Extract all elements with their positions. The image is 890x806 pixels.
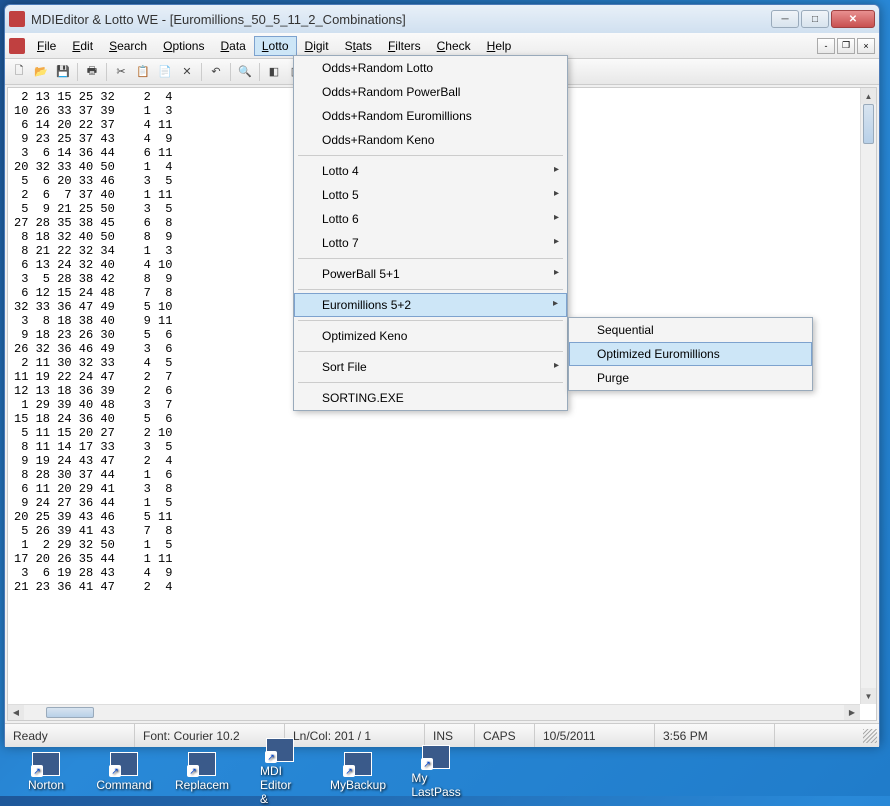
menu-help[interactable]: Help bbox=[479, 36, 520, 56]
menu-digit[interactable]: Digit bbox=[297, 36, 337, 56]
lotto-menu-item-10[interactable]: PowerBall 5+1 bbox=[294, 262, 567, 286]
save-icon[interactable]: 💾 bbox=[53, 62, 73, 82]
euro-submenu-item-1[interactable]: Optimized Euromillions bbox=[569, 342, 812, 366]
menu-lotto[interactable]: Lotto bbox=[254, 36, 297, 56]
taskbar-item-0[interactable]: Norton bbox=[26, 752, 66, 792]
find-icon[interactable]: 🔍 bbox=[235, 62, 255, 82]
maximize-button[interactable]: □ bbox=[801, 10, 829, 28]
menu-options[interactable]: Options bbox=[155, 36, 212, 56]
lotto-menu-item-1[interactable]: Odds+Random PowerBall bbox=[294, 80, 567, 104]
status-date: 10/5/2011 bbox=[535, 724, 655, 747]
scroll-right-icon[interactable]: ▶ bbox=[844, 705, 860, 720]
scroll-up-icon[interactable]: ▲ bbox=[861, 88, 876, 104]
scroll-down-icon[interactable]: ▼ bbox=[861, 688, 876, 704]
menu-edit[interactable]: Edit bbox=[64, 36, 101, 56]
taskbar-item-5[interactable]: My LastPass bbox=[416, 745, 456, 799]
tool1-icon[interactable]: ◧ bbox=[264, 62, 284, 82]
lotto-menu-item-3[interactable]: Odds+Random Keno bbox=[294, 128, 567, 152]
menu-search[interactable]: Search bbox=[101, 36, 155, 56]
menu-check[interactable]: Check bbox=[429, 36, 479, 56]
status-caps: CAPS bbox=[475, 724, 535, 747]
vertical-scrollbar[interactable]: ▲ ▼ bbox=[860, 88, 876, 704]
status-ready: Ready bbox=[5, 724, 135, 747]
mdi-restore[interactable]: ❐ bbox=[837, 38, 855, 54]
menu-data[interactable]: Data bbox=[212, 36, 253, 56]
resize-grip[interactable] bbox=[863, 729, 877, 743]
minimize-button[interactable]: ─ bbox=[771, 10, 799, 28]
lotto-menu-item-0[interactable]: Odds+Random Lotto bbox=[294, 56, 567, 80]
vscroll-thumb[interactable] bbox=[863, 104, 874, 144]
lotto-menu-item-7[interactable]: Lotto 6 bbox=[294, 207, 567, 231]
menu-filters[interactable]: Filters bbox=[380, 36, 429, 56]
lotto-menu-item-18[interactable]: SORTING.EXE bbox=[294, 386, 567, 410]
lotto-menu-item-6[interactable]: Lotto 5 bbox=[294, 183, 567, 207]
titlebar[interactable]: MDIEditor & Lotto WE - [Euromillions_50_… bbox=[5, 5, 879, 33]
euromillions-submenu: SequentialOptimized EuromillionsPurge bbox=[568, 317, 813, 391]
taskbar-item-4[interactable]: MyBackup bbox=[338, 752, 378, 792]
doc-icon bbox=[9, 38, 25, 54]
delete-icon[interactable]: ✕ bbox=[177, 62, 197, 82]
window-title: MDIEditor & Lotto WE - [Euromillions_50_… bbox=[31, 12, 771, 27]
scroll-left-icon[interactable]: ◀ bbox=[8, 705, 24, 720]
lotto-menu-item-5[interactable]: Lotto 4 bbox=[294, 159, 567, 183]
undo-icon[interactable]: ↶ bbox=[206, 62, 226, 82]
status-ins: INS bbox=[425, 724, 475, 747]
paste-icon[interactable]: 📄 bbox=[155, 62, 175, 82]
euro-submenu-item-0[interactable]: Sequential bbox=[569, 318, 812, 342]
cut-icon[interactable]: ✂ bbox=[111, 62, 131, 82]
statusbar: Ready Font: Courier 10.2 Ln/Col: 201 / 1… bbox=[5, 723, 879, 747]
mdi-close[interactable]: × bbox=[857, 38, 875, 54]
lotto-menu-item-14[interactable]: Optimized Keno bbox=[294, 324, 567, 348]
mdi-minimize[interactable]: - bbox=[817, 38, 835, 54]
taskbar-item-2[interactable]: Replacem bbox=[182, 752, 222, 792]
status-time: 3:56 PM bbox=[655, 724, 775, 747]
new-icon[interactable]: 🗋 bbox=[9, 62, 29, 82]
lotto-menu-item-16[interactable]: Sort File bbox=[294, 355, 567, 379]
taskbar-item-1[interactable]: Command bbox=[104, 752, 144, 792]
menu-stats[interactable]: Stats bbox=[337, 36, 380, 56]
print-icon[interactable]: 🖶 bbox=[82, 62, 102, 82]
copy-icon[interactable]: 📋 bbox=[133, 62, 153, 82]
app-icon bbox=[9, 11, 25, 27]
hscroll-thumb[interactable] bbox=[46, 707, 94, 718]
horizontal-scrollbar[interactable]: ◀ ▶ bbox=[8, 704, 860, 720]
lotto-dropdown: Odds+Random LottoOdds+Random PowerBallOd… bbox=[293, 55, 568, 411]
status-lncol: Ln/Col: 201 / 1 bbox=[285, 724, 425, 747]
lotto-menu-item-2[interactable]: Odds+Random Euromillions bbox=[294, 104, 567, 128]
open-icon[interactable]: 📂 bbox=[31, 62, 51, 82]
lotto-menu-item-12[interactable]: Euromillions 5+2 bbox=[294, 293, 567, 317]
euro-submenu-item-2[interactable]: Purge bbox=[569, 366, 812, 390]
close-button[interactable]: ✕ bbox=[831, 10, 875, 28]
menu-file[interactable]: File bbox=[29, 36, 64, 56]
lotto-menu-item-8[interactable]: Lotto 7 bbox=[294, 231, 567, 255]
taskbar: NortonCommandReplacemMDI Editor &MyBacku… bbox=[0, 748, 890, 796]
